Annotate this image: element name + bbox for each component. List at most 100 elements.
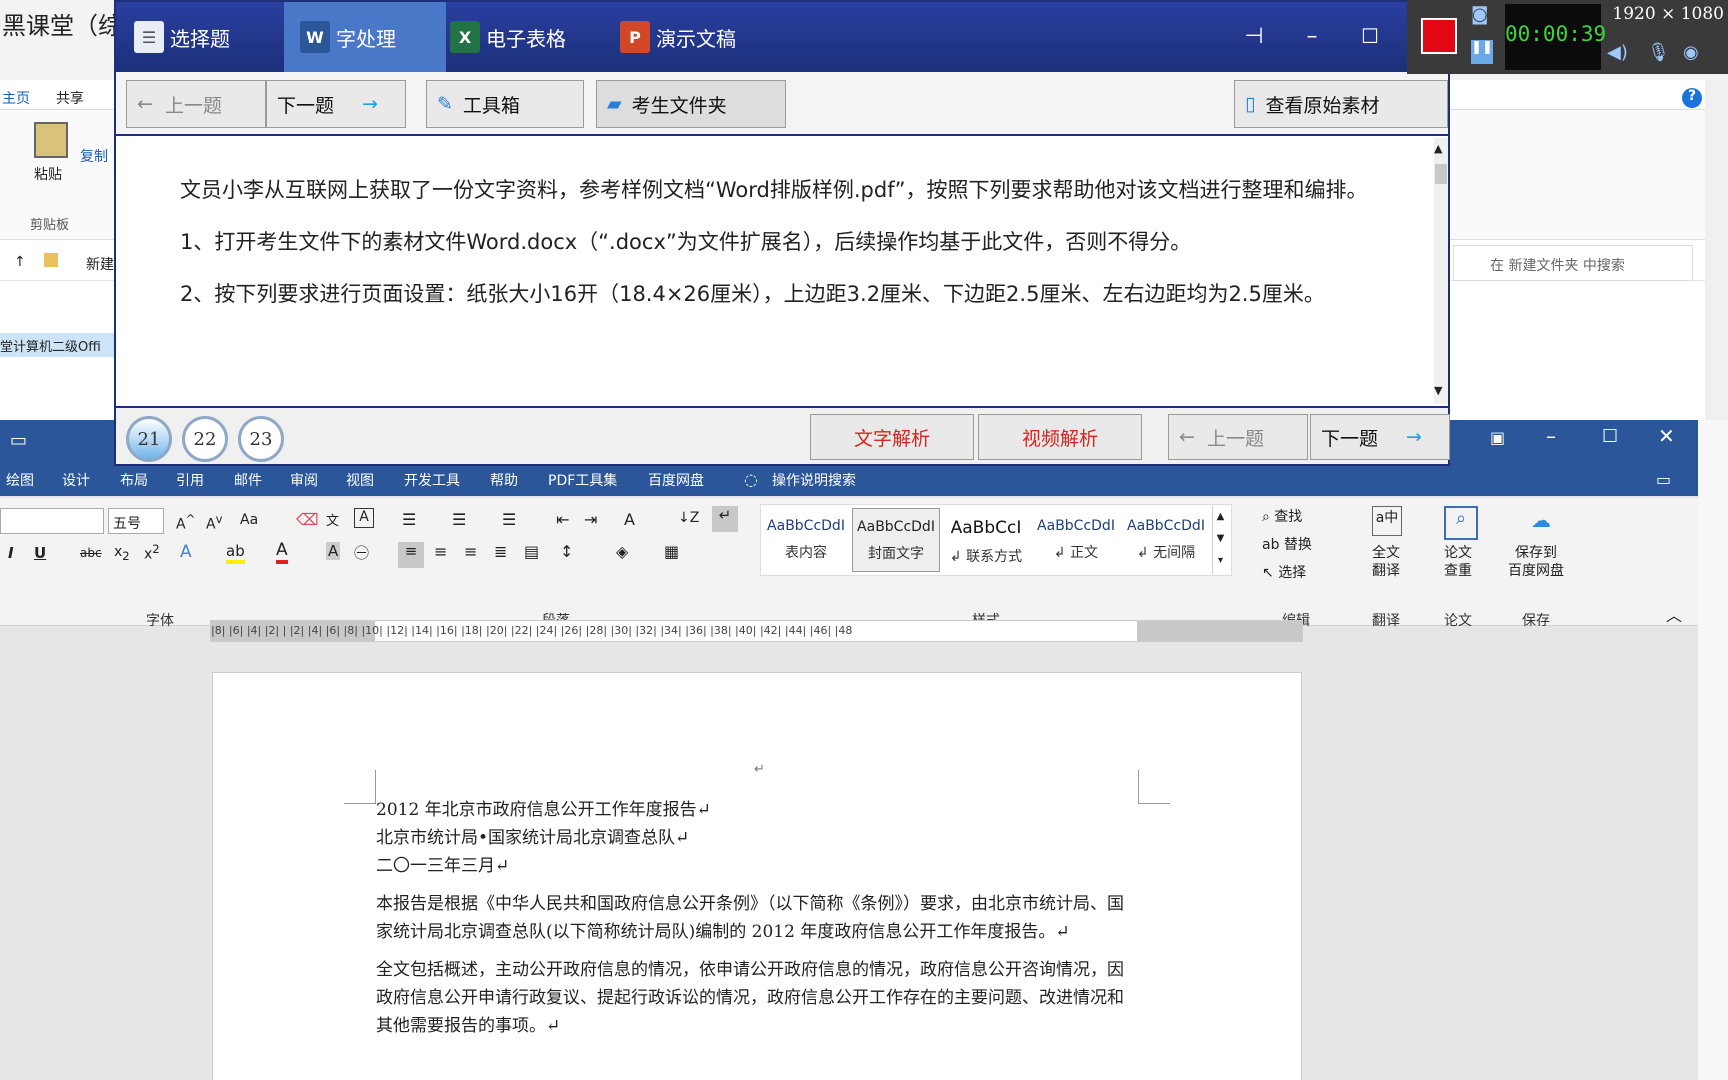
char-shading-icon[interactable]: A	[326, 542, 341, 560]
word-scrollbar[interactable]	[1698, 420, 1728, 1080]
menu-mailings[interactable]: 邮件	[234, 470, 262, 490]
question-number-21[interactable]: 21	[126, 416, 172, 462]
menu-layout[interactable]: 布局	[120, 470, 148, 490]
pin-icon[interactable]: ⊣	[1234, 24, 1274, 49]
find-button[interactable]: ⌕ 查找	[1262, 506, 1302, 526]
baidu-cloud-icon[interactable]: ☁	[1526, 508, 1556, 534]
show-marks-icon[interactable]: ↵	[712, 506, 738, 532]
subscript-icon[interactable]: x2	[114, 544, 130, 563]
tab-choice[interactable]: ☰ 选择题	[134, 2, 274, 72]
align-right-icon[interactable]: ≡	[464, 542, 477, 561]
line-spacing-icon[interactable]: ↕	[560, 542, 573, 561]
decrease-indent-icon[interactable]: ⇤	[556, 510, 569, 529]
highlight-icon[interactable]: ab	[226, 542, 245, 564]
exam-minimize-icon[interactable]: –	[1292, 24, 1332, 49]
menu-tell-me[interactable]: 操作说明搜索	[772, 470, 856, 490]
strikethrough-icon[interactable]: abc	[80, 546, 102, 560]
toolbox-button[interactable]: ✎ 工具箱	[426, 80, 584, 128]
question-scrollbar[interactable]: ▲ ▼	[1434, 138, 1448, 404]
ribbon-display-icon[interactable]: ▣	[1490, 428, 1505, 447]
char-border-icon[interactable]: A	[354, 508, 374, 528]
save-to-baidu-button[interactable]: 保存到 百度网盘	[1508, 544, 1564, 580]
align-left-icon[interactable]: ≡	[398, 542, 424, 568]
menu-view[interactable]: 视图	[346, 470, 374, 490]
next-question-button[interactable]: 下一题 →	[266, 80, 406, 128]
style-normal[interactable]: AaBbCcDdI ↲ 正文	[1032, 508, 1120, 572]
menu-design[interactable]: 设计	[62, 470, 90, 490]
bullets-icon[interactable]: ☰	[402, 510, 416, 529]
clear-format-icon[interactable]: ⌫	[296, 510, 319, 529]
question-number-22[interactable]: 22	[182, 416, 228, 462]
up-arrow-icon[interactable]: ↑	[14, 254, 26, 270]
prev-question-button[interactable]: ← 上一题	[126, 80, 266, 128]
question-number-23[interactable]: 23	[238, 416, 284, 462]
explorer-scrollbar[interactable]	[1705, 80, 1728, 420]
grow-font-icon[interactable]: A^	[176, 512, 195, 533]
tab-presentation[interactable]: P 演示文稿	[620, 2, 790, 72]
paste-icon[interactable]	[34, 122, 68, 158]
change-case-icon[interactable]: Aa	[240, 512, 258, 528]
menu-pdf-tools[interactable]: PDF工具集	[548, 470, 617, 490]
shrink-font-icon[interactable]: Av	[206, 512, 222, 533]
record-stop-button[interactable]	[1421, 18, 1457, 54]
address-text[interactable]: 新建	[86, 254, 114, 274]
document-body[interactable]: 2012 年北京市政府信息公开工作年度报告↵ 北京市统计局•国家统计局北京调查总…	[376, 796, 1136, 1050]
bottom-next-button[interactable]: 下一题 →	[1310, 414, 1450, 460]
paper-check-icon[interactable]: ⌕	[1444, 506, 1478, 540]
shading-icon[interactable]: ◈	[616, 542, 628, 561]
menu-references[interactable]: 引用	[176, 470, 204, 490]
font-name-select[interactable]	[0, 508, 104, 534]
menu-help[interactable]: 帮助	[490, 470, 518, 490]
style-cover-text[interactable]: AaBbCcDdI 封面文字	[852, 508, 940, 572]
translate-icon[interactable]: a中	[1372, 506, 1402, 536]
candidate-folder-button[interactable]: ▰ 考生文件夹	[596, 80, 786, 128]
scroll-down-icon[interactable]: ▼	[1434, 384, 1442, 397]
increase-indent-icon[interactable]: ⇥	[584, 510, 597, 529]
explorer-tab-home[interactable]: 主页	[2, 88, 30, 108]
menu-draw[interactable]: 绘图	[6, 470, 34, 490]
enclose-char-icon[interactable]: ㊀	[354, 542, 369, 563]
numbering-icon[interactable]: ☰	[452, 510, 466, 529]
view-material-button[interactable]: ▯ 查看原始素材	[1234, 80, 1448, 128]
multilevel-icon[interactable]: ☰	[502, 510, 516, 529]
style-contact[interactable]: AaBbCcI ↲ 联系方式	[942, 508, 1030, 572]
pause-icon[interactable]: ❚❚	[1471, 40, 1493, 64]
microphone-icon[interactable]: 🎙︎	[1647, 42, 1670, 63]
menu-developer[interactable]: 开发工具	[404, 470, 460, 490]
sort-icon[interactable]: ↓Z	[678, 510, 699, 526]
open-icon[interactable]: ▭	[10, 430, 27, 451]
menu-review[interactable]: 审阅	[290, 470, 318, 490]
select-button[interactable]: ↖ 选择	[1262, 562, 1306, 582]
paper-check-button[interactable]: 论文 查重	[1444, 544, 1472, 580]
menu-baidu[interactable]: 百度网盘	[648, 470, 704, 490]
close-icon[interactable]: ✕	[1658, 424, 1675, 448]
borders-icon[interactable]: ▦	[664, 542, 679, 561]
text-analysis-button[interactable]: 文字解析	[810, 414, 974, 460]
webcam-icon[interactable]: ◉	[1683, 42, 1699, 63]
bottom-prev-button[interactable]: ← 上一题	[1168, 414, 1308, 460]
nav-pane-item[interactable]: 堂计算机二级Offi	[0, 333, 118, 357]
tab-word-processing[interactable]: W 字处理	[284, 2, 446, 72]
replace-button[interactable]: ab 替换	[1262, 534, 1312, 554]
maximize-icon[interactable]: ☐	[1602, 426, 1618, 447]
align-center-icon[interactable]: ≡	[434, 542, 447, 561]
style-table-content[interactable]: AaBbCcDdI 表内容	[762, 508, 850, 572]
collapse-ribbon-icon[interactable]: ︿	[1666, 602, 1682, 626]
copy-button[interactable]: 复制	[80, 146, 108, 166]
tab-spreadsheet[interactable]: X 电子表格	[450, 2, 610, 72]
exam-maximize-icon[interactable]: ☐	[1350, 24, 1390, 48]
horizontal-ruler[interactable]: |8| |6| |4| |2| | |2| |4| |6| |8| |10| |…	[210, 620, 1303, 642]
minimize-icon[interactable]: –	[1546, 424, 1556, 448]
speaker-icon[interactable]: ◀)	[1607, 42, 1628, 63]
chinese-layout-icon[interactable]: A	[624, 510, 635, 529]
font-color-icon[interactable]: A	[276, 540, 288, 564]
superscript-icon[interactable]: x2	[144, 542, 160, 563]
underline-icon[interactable]: U	[34, 544, 46, 562]
explorer-search-input[interactable]: 在 新建文件夹 中搜索	[1453, 245, 1693, 281]
scroll-thumb[interactable]	[1435, 164, 1447, 184]
distribute-icon[interactable]: ▤	[524, 542, 539, 561]
help-icon[interactable]: ?	[1682, 88, 1702, 108]
phonetic-icon[interactable]: 文	[326, 510, 339, 529]
video-analysis-button[interactable]: 视频解析	[978, 414, 1142, 460]
translate-button[interactable]: 全文 翻译	[1372, 544, 1400, 580]
